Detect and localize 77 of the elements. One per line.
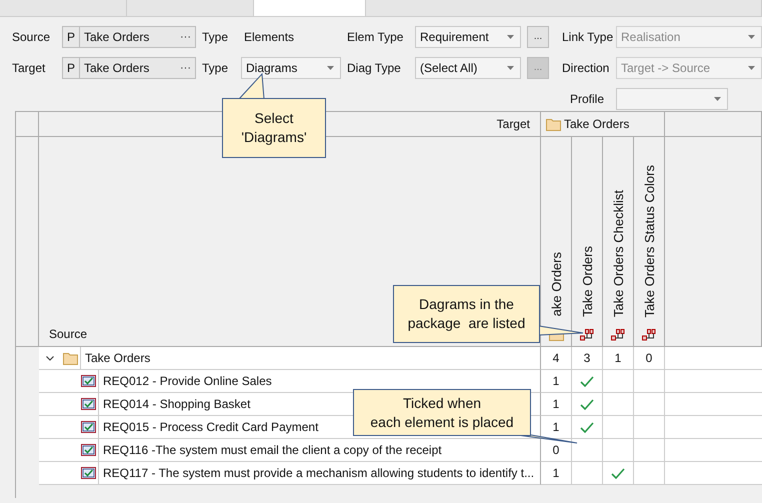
- count-cell: 1: [541, 370, 572, 393]
- package-field[interactable]: Take Orders ···: [80, 56, 196, 79]
- count-cell: 4: [541, 347, 572, 370]
- type-dropdown[interactable]: Diagrams: [241, 56, 341, 79]
- matrix-cell[interactable]: [634, 462, 665, 485]
- callout-pointer: [238, 72, 264, 100]
- browse-button[interactable]: ...: [527, 26, 549, 48]
- field-label: Type: [202, 30, 230, 44]
- field-label: Direction: [561, 60, 610, 75]
- type-value: Elements: [243, 30, 296, 44]
- dropdown-arrow-icon: [507, 34, 514, 39]
- callout-pointer: [538, 326, 584, 336]
- filter-dropdown[interactable]: (Select All): [415, 56, 521, 79]
- diagram-icon: [611, 329, 625, 341]
- count-cell: 1: [541, 416, 572, 439]
- column-header: ake Orders: [548, 252, 564, 316]
- count-cell: 1: [541, 462, 572, 485]
- field-label: Elem Type: [347, 30, 404, 44]
- dropdown-arrow-icon: [714, 97, 721, 102]
- field-label: Diag Type: [347, 60, 402, 75]
- scope-button[interactable]: P: [62, 26, 80, 48]
- matrix-cell[interactable]: [603, 370, 634, 393]
- callout: Dagrams in the package are listed: [393, 285, 540, 343]
- field-label: Source: [12, 30, 52, 44]
- field-label: Type: [202, 60, 230, 75]
- matrix-cell[interactable]: [572, 370, 603, 393]
- callout: Ticked when each element is placed: [353, 389, 531, 436]
- diagram-icon: [642, 329, 656, 341]
- requirement-icon: [81, 444, 96, 456]
- tick-icon: [580, 376, 594, 386]
- dropdown-arrow-icon: [507, 66, 514, 70]
- tick-icon: [611, 468, 625, 478]
- diagram-icon: [580, 329, 594, 341]
- profile-dropdown[interactable]: [616, 88, 728, 110]
- column-header: Take Orders Status Colors: [642, 164, 656, 317]
- scope-button[interactable]: P: [62, 56, 80, 79]
- count-cell: 1: [541, 393, 572, 416]
- filter-dropdown[interactable]: Requirement: [415, 26, 521, 48]
- tick-icon: [580, 422, 594, 432]
- package-field[interactable]: Take Orders ···: [80, 26, 196, 48]
- field-label: Profile: [569, 92, 606, 106]
- requirement-icon: [81, 421, 96, 433]
- matrix-cell[interactable]: [603, 416, 634, 439]
- dropdown-arrow-icon: [748, 66, 755, 70]
- tick-icon: [580, 398, 594, 410]
- matrix-cell[interactable]: [603, 439, 634, 462]
- dropdown-arrow-icon: [748, 34, 755, 39]
- matrix-cell[interactable]: [572, 416, 603, 439]
- matrix-cell[interactable]: [603, 393, 634, 416]
- source-label: Source: [49, 327, 88, 341]
- expand-icon[interactable]: [46, 356, 54, 360]
- count-cell: 3: [572, 347, 603, 370]
- matrix-cell[interactable]: [572, 439, 603, 462]
- requirement-icon: [81, 375, 96, 387]
- matrix-cell[interactable]: [634, 439, 665, 462]
- requirement-icon: [81, 398, 96, 410]
- tab[interactable]: [254, 0, 366, 16]
- folder-icon: [546, 118, 561, 130]
- matrix-cell[interactable]: [634, 370, 665, 393]
- field-label: Link Type: [561, 30, 614, 44]
- count-cell: 1: [603, 347, 634, 370]
- matrix-cell[interactable]: [572, 462, 603, 485]
- matrix-cell[interactable]: [572, 393, 603, 416]
- count-cell: 0: [541, 439, 572, 462]
- column-header: Take Orders: [580, 246, 594, 317]
- matrix-cell[interactable]: [603, 462, 634, 485]
- target-label: Target: [496, 117, 530, 131]
- requirement-icon: [81, 467, 96, 479]
- package-name: Take Orders: [564, 117, 630, 131]
- callout: Select 'Diagrams': [222, 98, 326, 158]
- matrix-cell[interactable]: [634, 416, 665, 439]
- folder-icon: [63, 352, 78, 364]
- count-cell: 0: [634, 347, 665, 370]
- field-label: Target: [12, 60, 46, 75]
- column-header: Take Orders Checklist: [610, 190, 626, 317]
- matrix-cell[interactable]: [634, 393, 665, 416]
- dropdown-arrow-icon: [327, 66, 334, 70]
